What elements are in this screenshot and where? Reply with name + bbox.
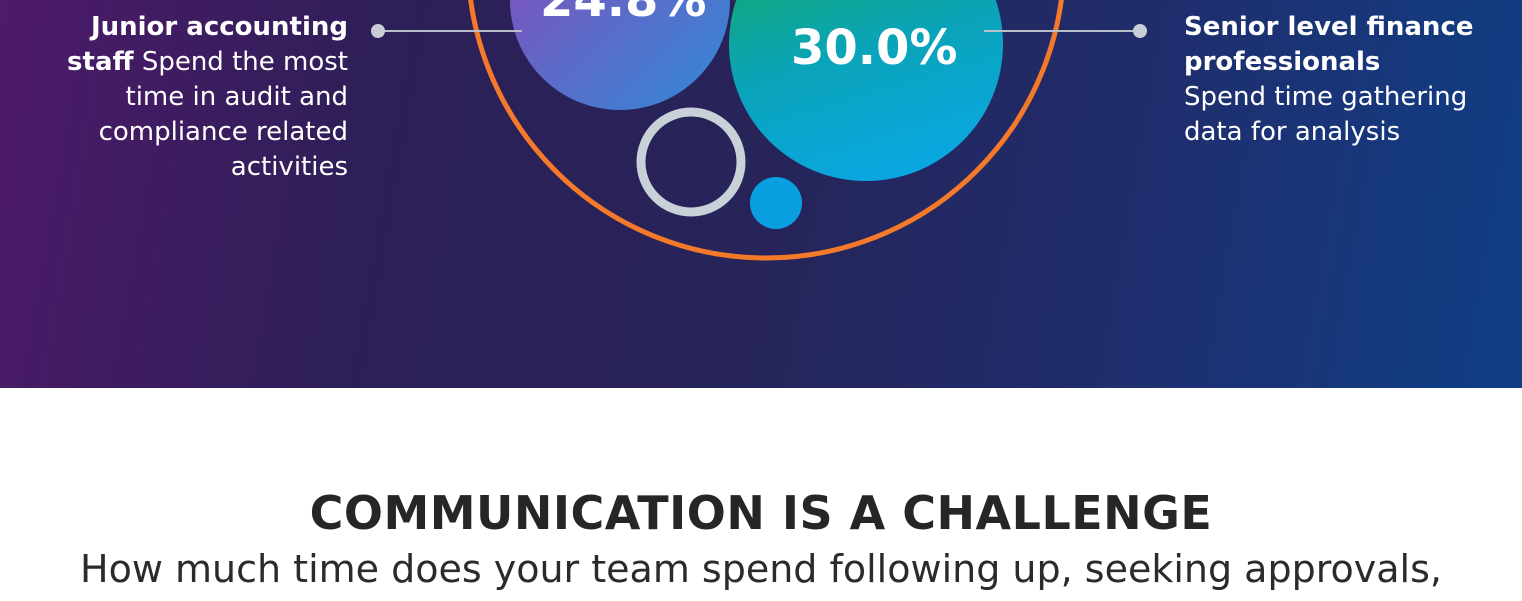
left-connector-dot [371, 24, 385, 38]
section-subtitle: How much time does your team spend follo… [80, 547, 1442, 591]
small-bubble [750, 177, 802, 229]
right-bubble-value: 30.0% [791, 20, 958, 76]
left-bubble-value: 24.8% [540, 0, 707, 28]
section-title: COMMUNICATION IS A CHALLENGE [309, 486, 1213, 540]
right-callout: Senior level finance professionals Spend… [1184, 10, 1514, 150]
hollow-ring [636, 107, 746, 217]
right-callout-title: Senior level finance professionals [1184, 12, 1474, 77]
left-callout: Junior accounting staff Spend the most t… [28, 10, 348, 185]
right-callout-text: Spend time gathering data for analysis [1184, 82, 1468, 147]
left-callout-text: Spend the most time in audit and complia… [98, 47, 348, 182]
hero-band: 24.8% 30.0% Junior accounting staff Spen… [0, 0, 1522, 388]
right-connector-dot [1133, 24, 1147, 38]
